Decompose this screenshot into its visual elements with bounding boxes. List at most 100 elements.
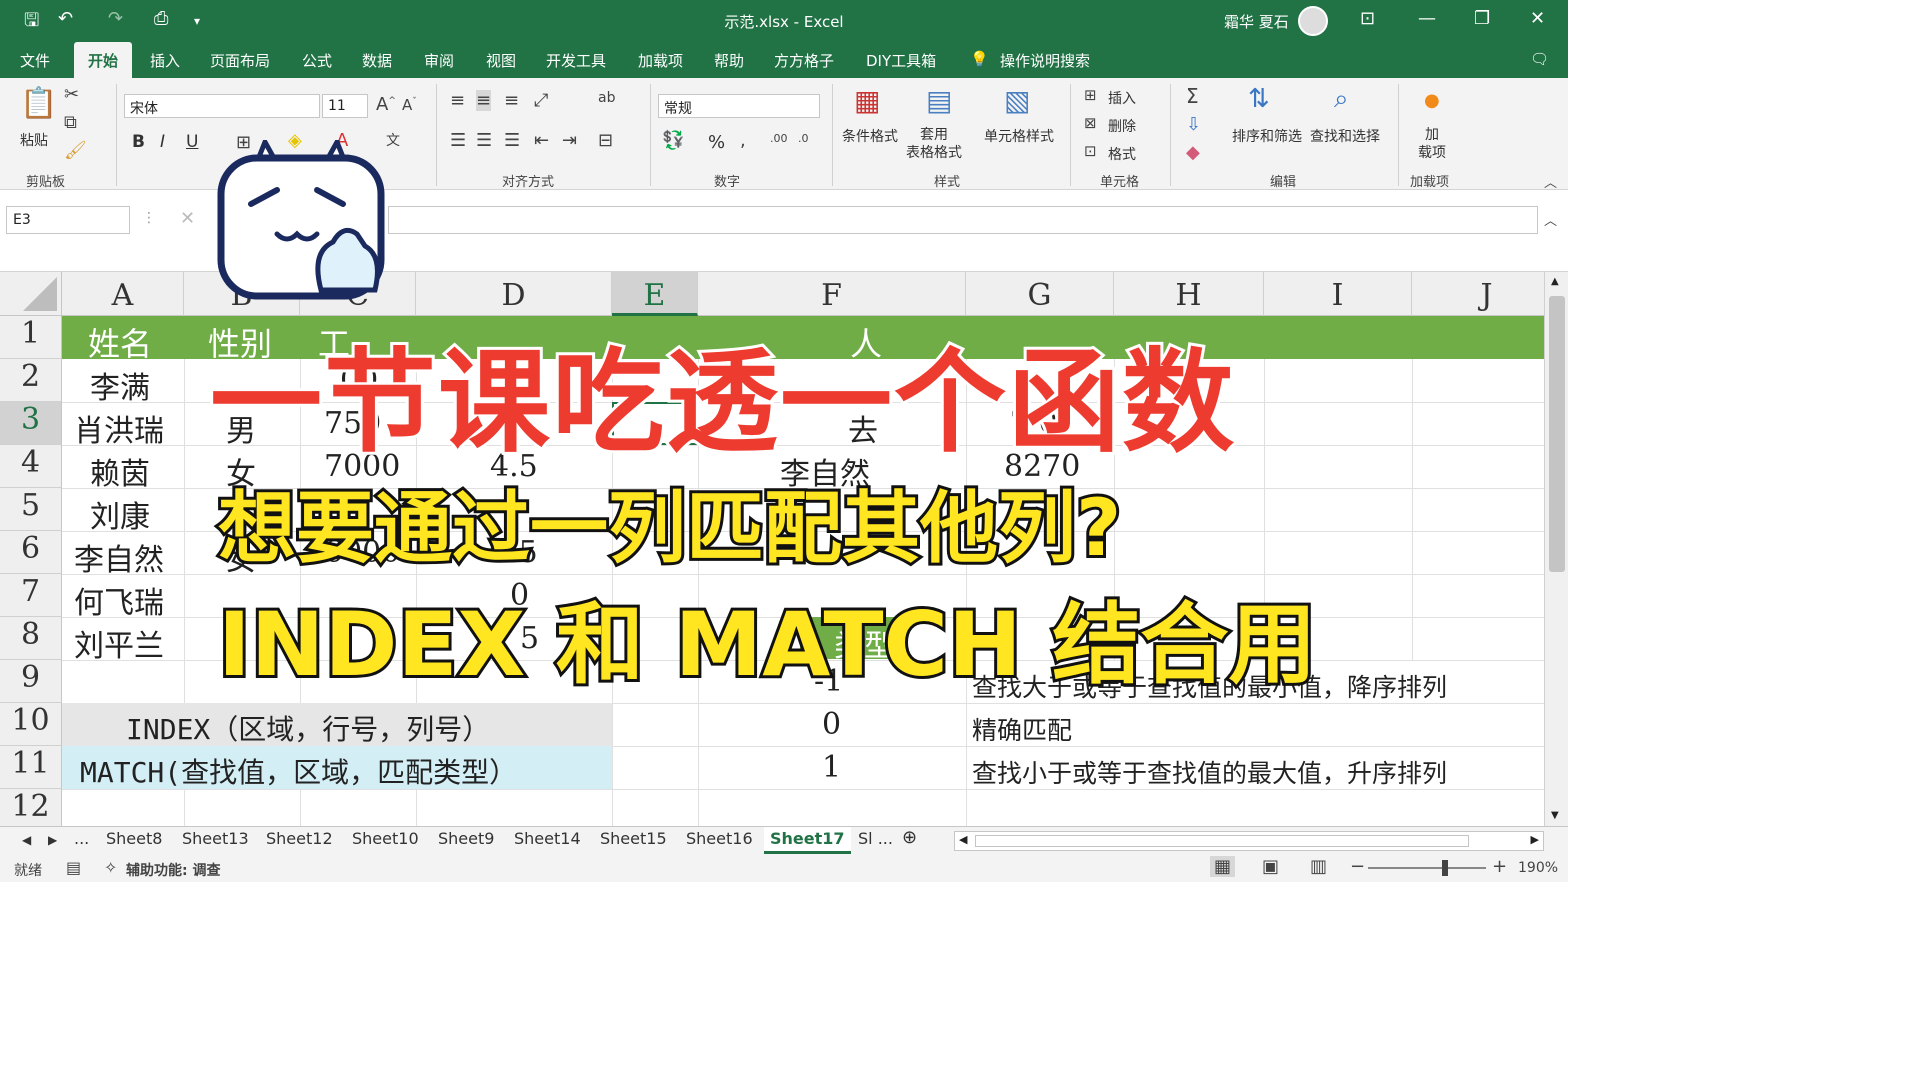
tab-home[interactable]: 开始: [74, 42, 133, 78]
addins-icon[interactable]: ●: [1424, 90, 1440, 111]
align-left-icon[interactable]: ☰: [450, 130, 466, 151]
tab-help[interactable]: 帮助: [714, 50, 744, 71]
cell-a6[interactable]: 李自然: [74, 535, 164, 579]
name-box[interactable]: E3: [6, 206, 130, 234]
column-header-i[interactable]: I: [1264, 272, 1412, 316]
sheet-tab-sheet14[interactable]: Sheet14: [514, 829, 581, 848]
horizontal-scroll-thumb[interactable]: [975, 835, 1469, 847]
expand-formula-icon[interactable]: ︿: [1544, 210, 1557, 229]
comma-icon[interactable]: ,: [740, 130, 746, 151]
align-bottom-icon[interactable]: ≡: [504, 90, 519, 111]
tab-insert[interactable]: 插入: [150, 50, 180, 71]
scroll-left-icon[interactable]: ◀: [959, 833, 967, 846]
bold-button[interactable]: B: [132, 132, 145, 152]
page-layout-view-icon[interactable]: ▣: [1262, 856, 1279, 877]
lightbulb-icon[interactable]: 💡: [970, 50, 989, 68]
select-all[interactable]: [0, 272, 62, 316]
vertical-scrollbar[interactable]: ▲ ▼: [1544, 272, 1568, 826]
format-cells-button[interactable]: 格式: [1108, 144, 1136, 164]
more-sheets-left-icon[interactable]: ...: [74, 829, 89, 848]
comment-icon[interactable]: 🗨: [1530, 50, 1549, 68]
column-header-f[interactable]: F: [698, 272, 966, 316]
table-format-button[interactable]: 套用 表格格式: [906, 126, 962, 162]
cell-style-button[interactable]: 单元格样式: [984, 126, 1054, 146]
column-header-e[interactable]: E: [612, 272, 698, 316]
ribbon-display-icon[interactable]: ⊡: [1360, 8, 1375, 29]
row-header-4[interactable]: 4: [0, 445, 62, 488]
tab-data[interactable]: 数据: [362, 50, 392, 71]
page-break-view-icon[interactable]: ▥: [1310, 856, 1327, 877]
cell-g10[interactable]: 精确匹配: [972, 711, 1072, 747]
merge-center-icon[interactable]: ⊟: [598, 130, 613, 151]
delete-cells-button[interactable]: 删除: [1108, 116, 1136, 136]
row-header-11[interactable]: 11: [0, 746, 62, 789]
cancel-entry-icon[interactable]: ✕: [180, 208, 195, 229]
row-header-12[interactable]: 12: [0, 789, 62, 826]
wrap-text-icon[interactable]: ab: [598, 90, 615, 106]
cell-f10[interactable]: 0: [822, 707, 841, 742]
paste-icon[interactable]: 📋: [20, 86, 57, 121]
row-header-2[interactable]: 2: [0, 359, 62, 402]
align-middle-icon[interactable]: ≡: [476, 90, 492, 111]
close-icon[interactable]: ✕: [1530, 8, 1545, 29]
decrease-font-icon[interactable]: Aˇ: [402, 96, 417, 114]
sort-filter-icon[interactable]: ⇅: [1248, 84, 1270, 114]
accessibility-icon[interactable]: ✧: [104, 858, 117, 877]
cell-g11[interactable]: 查找小于或等于查找值的最大值，升序排列: [972, 754, 1447, 790]
font-size-box[interactable]: 11: [322, 94, 368, 118]
addins-button[interactable]: 加 载项: [1418, 126, 1446, 162]
tab-file[interactable]: 文件: [20, 50, 50, 71]
cell-a11[interactable]: MATCH(查找值，区域，匹配类型）: [80, 751, 517, 791]
tab-formulas[interactable]: 公式: [302, 50, 332, 71]
align-right-icon[interactable]: ☰: [504, 130, 520, 151]
number-format-box[interactable]: 常规: [658, 94, 820, 118]
zoom-slider[interactable]: [1368, 867, 1486, 869]
clear-icon[interactable]: ◆: [1186, 142, 1200, 163]
font-name-box[interactable]: 宋体: [124, 94, 320, 118]
conditional-format-icon[interactable]: ▦: [854, 84, 880, 117]
cell-a2[interactable]: 李满: [90, 363, 150, 407]
delete-cells-icon[interactable]: ⊠: [1084, 114, 1097, 132]
sheet-tab-sheet10[interactable]: Sheet10: [352, 829, 419, 848]
row-header-3[interactable]: 3: [0, 402, 62, 445]
avatar[interactable]: [1298, 6, 1328, 36]
row-header-7[interactable]: 7: [0, 574, 62, 617]
align-center-icon[interactable]: ☰: [476, 130, 492, 151]
cell-a3[interactable]: 肖洪瑞: [74, 406, 164, 450]
sheet-tab-sheet15[interactable]: Sheet15: [600, 829, 667, 848]
cell-style-icon[interactable]: ▧: [1004, 84, 1030, 117]
normal-view-icon[interactable]: ▦: [1210, 856, 1236, 877]
tab-page-layout[interactable]: 页面布局: [210, 50, 270, 71]
cell-a7[interactable]: 何飞瑞: [74, 578, 164, 622]
zoom-out-icon[interactable]: −: [1350, 856, 1365, 877]
sheet-tab-sheet8[interactable]: Sheet8: [106, 829, 162, 848]
tab-view[interactable]: 视图: [486, 50, 516, 71]
cell-a8[interactable]: 刘平兰: [74, 621, 164, 665]
tab-ffgz[interactable]: 方方格子: [774, 50, 834, 71]
zoom-level[interactable]: 190%: [1518, 860, 1558, 876]
vertical-scroll-thumb[interactable]: [1549, 296, 1565, 572]
column-header-d[interactable]: D: [416, 272, 612, 316]
italic-button[interactable]: I: [160, 132, 165, 152]
fill-icon[interactable]: ⇩: [1186, 114, 1201, 135]
percent-button[interactable]: %: [708, 132, 725, 153]
cell-a10[interactable]: INDEX（区域，行号，列号）: [126, 708, 490, 748]
paste-button[interactable]: 粘贴: [20, 130, 48, 150]
cell-a4[interactable]: 赖茵: [90, 449, 150, 493]
increase-indent-icon[interactable]: ⇥: [562, 130, 577, 151]
sheet-tab-sheet17[interactable]: Sheet17: [764, 827, 851, 854]
autosum-icon[interactable]: Σ: [1186, 84, 1199, 108]
copy-icon[interactable]: ⧉: [64, 112, 77, 133]
orientation-icon[interactable]: ⤢: [534, 90, 548, 111]
sheet-tab-sheet16[interactable]: Sheet16: [686, 829, 753, 848]
add-sheet-icon[interactable]: ⊕: [902, 827, 917, 848]
tab-diy-toolbox[interactable]: DIY工具箱: [866, 50, 936, 71]
macro-record-icon[interactable]: ▤: [66, 858, 81, 877]
tab-review[interactable]: 审阅: [424, 50, 454, 71]
row-header-10[interactable]: 10: [0, 703, 62, 746]
horizontal-scrollbar[interactable]: ◀ ▶: [954, 831, 1544, 851]
sheet-tab-sheet13[interactable]: Sheet13: [182, 829, 249, 848]
align-top-icon[interactable]: ≡: [450, 90, 465, 111]
minimize-icon[interactable]: —: [1418, 8, 1436, 29]
formula-input[interactable]: [388, 206, 1538, 234]
